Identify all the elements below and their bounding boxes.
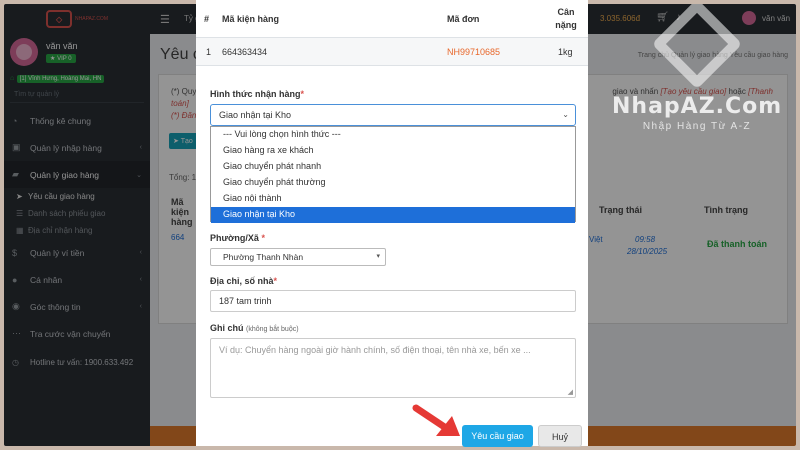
- dropdown-option[interactable]: Giao hàng ra xe khách: [211, 143, 575, 159]
- ward-label: Phường/Xã *: [210, 233, 265, 243]
- column-header-order-code: Mã đơn: [447, 14, 480, 24]
- row-package-code: 664363434: [222, 47, 268, 57]
- column-header-index: #: [204, 14, 210, 24]
- watermark-logo-icon: [651, 4, 743, 90]
- cancel-button[interactable]: Huỷ: [538, 425, 582, 447]
- chevron-down-icon: ⌄: [562, 110, 569, 119]
- method-label: Hình thức nhận hàng*: [210, 89, 304, 99]
- dropdown-option[interactable]: Giao chuyển phát nhanh: [211, 159, 575, 175]
- label-text: Phường/Xã: [210, 233, 259, 243]
- watermark-subtitle: Nhập Hàng Từ A-Z: [642, 121, 752, 132]
- row-index: 1: [206, 47, 212, 57]
- resize-grip-icon[interactable]: ◢: [568, 388, 573, 396]
- selected-value: Phường Thanh Nhàn: [223, 252, 304, 262]
- row-order-link[interactable]: NH99710685: [447, 47, 500, 57]
- caret-down-icon: ▾: [376, 253, 380, 260]
- optional-hint: (không bắt buộc): [246, 326, 299, 333]
- label-text: Địa chỉ, số nhà: [210, 276, 274, 286]
- note-placeholder: Ví dụ: Chuyển hàng ngoài giờ hành chính,…: [219, 345, 531, 355]
- note-textarea[interactable]: Ví dụ: Chuyển hàng ngoài giờ hành chính,…: [210, 338, 576, 398]
- delivery-request-modal: # Mã kiện hàng Mã đơn Cân nặng 1 6643634…: [196, 0, 588, 447]
- dropdown-option[interactable]: Giao chuyển phát thường: [211, 175, 575, 191]
- column-header-package-code: Mã kiện hàng: [222, 14, 280, 24]
- watermark: NhapAZ.Com Nhập Hàng Từ A-Z: [612, 4, 783, 132]
- red-arrow-icon: [412, 404, 460, 436]
- dropdown-option[interactable]: --- Vui lòng chọn hình thức ---: [211, 127, 575, 143]
- column-header-weight: Cân nặng: [555, 7, 577, 30]
- watermark-title: NhapAZ.Com: [612, 94, 783, 119]
- label-text: Hình thức nhận hàng: [210, 89, 301, 99]
- selected-value: Giao nhận tại Kho: [219, 110, 292, 120]
- required-mark: *: [300, 89, 305, 99]
- address-input[interactable]: 187 tam trinh: [210, 290, 576, 312]
- ward-select[interactable]: Phường Thanh Nhàn ▾: [210, 248, 386, 266]
- address-label: Địa chỉ, số nhà*: [210, 276, 277, 286]
- submit-request-button[interactable]: Yêu cầu giao: [462, 425, 533, 447]
- dropdown-option-selected[interactable]: Giao nhận tại Kho: [211, 207, 575, 223]
- delivery-method-dropdown: --- Vui lòng chọn hình thức --- Giao hàn…: [210, 126, 576, 223]
- row-weight: 1kg: [558, 47, 573, 57]
- note-label: Ghi chú (không bắt buộc): [210, 323, 299, 333]
- dropdown-option[interactable]: Giao nội thành: [211, 191, 575, 207]
- required-mark: *: [273, 276, 278, 286]
- required-mark: *: [261, 233, 265, 243]
- table-header: # Mã kiện hàng Mã đơn Cân nặng: [196, 0, 588, 38]
- delivery-method-select[interactable]: Giao nhận tại Kho ⌄: [210, 104, 576, 126]
- table-row: 1 664363434 NH99710685 1kg: [196, 38, 588, 66]
- label-text: Ghi chú: [210, 323, 244, 333]
